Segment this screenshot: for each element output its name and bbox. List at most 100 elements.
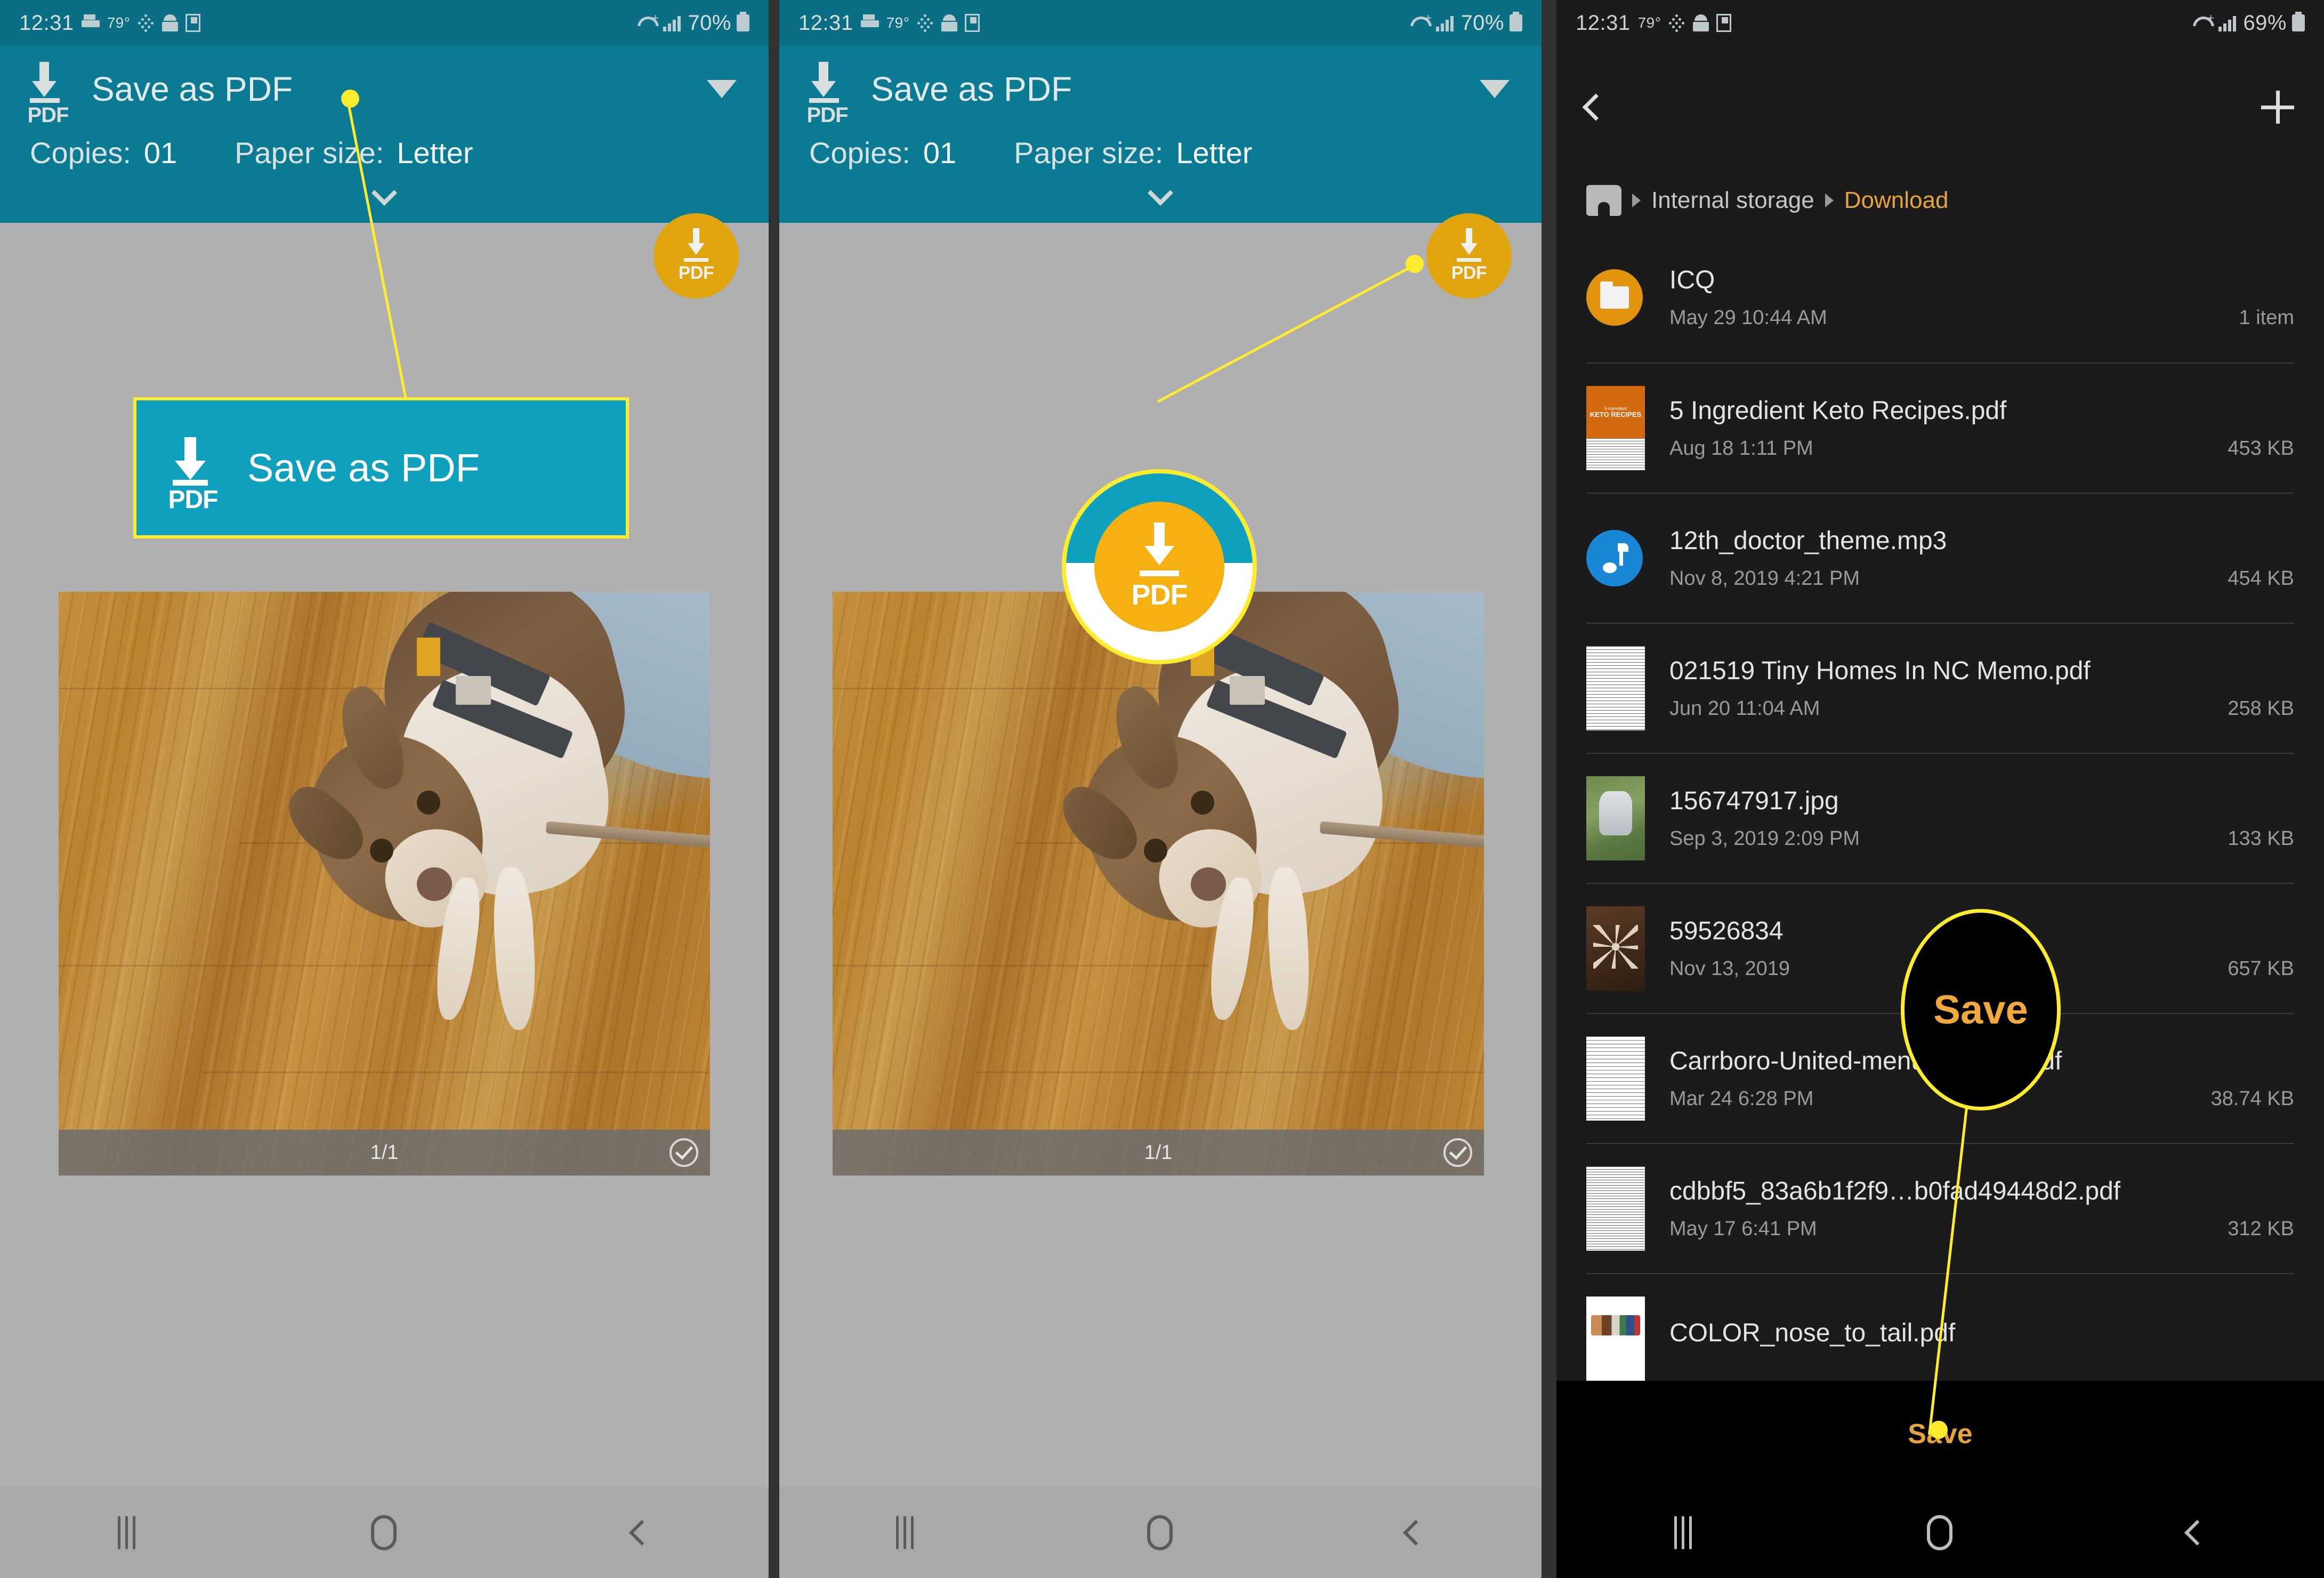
signal-icon: [2218, 14, 2238, 31]
recents-icon[interactable]: [1674, 1516, 1692, 1549]
breadcrumb-current[interactable]: Download: [1844, 187, 1949, 214]
home-button-icon[interactable]: [371, 1515, 397, 1550]
printer-name-label: Save as PDF: [871, 70, 1072, 108]
paper-size-value[interactable]: Letter: [397, 135, 473, 170]
file-date: Sep 3, 2019 2:09 PM: [1669, 827, 1860, 850]
list-item[interactable]: 156747917.jpg Sep 3, 2019 2:09 PM 133 KB: [1586, 753, 2294, 883]
chevron-right-icon: [1825, 194, 1834, 207]
nav-bar-3: [1556, 1487, 2324, 1578]
battery-percent: 69%: [2243, 11, 2287, 35]
home-button-icon[interactable]: [1927, 1515, 1953, 1550]
copies-label: Copies:: [809, 136, 910, 170]
callout-box-label: Save as PDF: [247, 446, 480, 490]
file-manager-app-bar: [1556, 46, 2324, 168]
callout-pdf-icon: PDF: [164, 434, 222, 514]
back-icon[interactable]: [1582, 93, 1610, 121]
file-name: 021519 Tiny Homes In NC Memo.pdf: [1669, 657, 2091, 685]
save-button[interactable]: Save: [1556, 1381, 2324, 1487]
list-item-meta: COLOR_nose_to_tail.pdf: [1669, 1318, 2294, 1359]
breadcrumb-parent[interactable]: Internal storage: [1651, 187, 1814, 214]
list-item[interactable]: ICQ May 29 10:44 AM 1 item: [1586, 232, 2294, 363]
file-name: COLOR_nose_to_tail.pdf: [1669, 1318, 1956, 1347]
file-name: 156747917.jpg: [1669, 787, 1839, 815]
check-icon[interactable]: [1443, 1138, 1472, 1167]
expand-settings-button-2[interactable]: [779, 180, 1542, 206]
save-pdf-fab-2[interactable]: PDF: [1426, 213, 1512, 299]
status-bar-left-2: 12:31 79°: [798, 11, 980, 35]
file-thumbnail: [1586, 1297, 1645, 1381]
back-icon[interactable]: [2184, 1519, 2210, 1546]
list-item[interactable]: 12th_doctor_theme.mp3 Nov 8, 2019 4:21 P…: [1586, 493, 2294, 623]
back-icon[interactable]: [1402, 1519, 1429, 1546]
signal-icon: [663, 14, 682, 31]
file-name: 59526834: [1669, 917, 1784, 945]
file-thumbnail: [1586, 646, 1645, 730]
paper-size-value[interactable]: Letter: [1176, 135, 1252, 170]
file-size: 454 KB: [2228, 567, 2294, 590]
chevron-down-icon[interactable]: [707, 80, 737, 98]
file-date: May 17 6:41 PM: [1669, 1218, 1817, 1240]
list-item[interactable]: 59526834 Nov 13, 2019 657 KB: [1586, 883, 2294, 1013]
status-time: 12:31: [19, 11, 74, 35]
status-bar-3: 12:31 79° 69%: [1556, 0, 2324, 46]
battery-percent: 70%: [1460, 11, 1504, 35]
list-item-meta: 5 Ingredient Keto Recipes.pdf Aug 18 1:1…: [1669, 396, 2294, 460]
list-item[interactable]: Carrboro-United-menu-3.24.20.pdf Mar 24 …: [1586, 1013, 2294, 1143]
battery-icon: [737, 12, 749, 31]
list-item[interactable]: cdbbf5_83a6b1f2f9…b0fad49448d2.pdf May 1…: [1586, 1143, 2294, 1273]
page-preview-1[interactable]: 1/1: [59, 592, 710, 1176]
list-item-meta: ICQ May 29 10:44 AM 1 item: [1669, 265, 2294, 329]
dots-icon: [1668, 14, 1685, 32]
page-preview-2[interactable]: 1/1: [833, 592, 1484, 1176]
callout-anchor-dot-2: [1406, 255, 1424, 273]
save-as-pdf-icon: PDF: [23, 60, 72, 127]
status-bar-left-1: 12:31 79°: [19, 11, 201, 35]
copies-value[interactable]: 01: [923, 135, 956, 170]
panel-divider-1: [769, 0, 779, 1578]
preview-photo-1: 1/1: [59, 592, 710, 1176]
copies-label: Copies:: [30, 136, 131, 170]
file-size: 657 KB: [2228, 957, 2294, 980]
page-indicator: 1/1: [1144, 1141, 1173, 1164]
printer-selector-row-1[interactable]: PDF Save as PDF: [0, 46, 769, 127]
back-icon[interactable]: [628, 1519, 655, 1546]
list-item[interactable]: 021519 Tiny Homes In NC Memo.pdf Jun 20 …: [1586, 623, 2294, 753]
list-item[interactable]: 5-ingredient KETO RECIPES 5 Ingredient K…: [1586, 363, 2294, 493]
copies-value[interactable]: 01: [144, 135, 177, 170]
battery-percent: 70%: [688, 11, 731, 35]
expand-settings-button-1[interactable]: [0, 180, 769, 206]
home-icon[interactable]: [1586, 185, 1621, 216]
printer-selector-row-2[interactable]: PDF Save as PDF: [779, 46, 1542, 127]
callout-save-as-pdf-box: PDF Save as PDF: [133, 397, 629, 538]
android-icon: [1693, 14, 1709, 31]
breadcrumb: Internal storage Download: [1556, 168, 2324, 232]
printer-icon: [860, 14, 879, 31]
print-settings-row-2: Copies: 01 Paper size: Letter: [779, 118, 1542, 170]
folder-icon: [1586, 260, 1645, 335]
status-bar-2: 12:31 79° 70%: [779, 0, 1542, 46]
wifi-icon: [636, 11, 659, 31]
file-thumbnail: [1586, 1166, 1645, 1251]
flipboard-icon: [185, 14, 201, 32]
file-name: 12th_doctor_theme.mp3: [1669, 527, 1947, 555]
status-bar-1: 12:31 79° 70%: [0, 0, 769, 46]
recents-icon[interactable]: [118, 1516, 136, 1549]
file-size: 133 KB: [2228, 827, 2294, 850]
file-size: 258 KB: [2228, 697, 2294, 720]
status-bar-right-2: 70%: [1409, 11, 1522, 35]
add-folder-icon[interactable]: [2261, 91, 2294, 124]
dots-icon: [138, 14, 155, 32]
save-button-label: Save: [1908, 1419, 1973, 1450]
chevron-right-icon: [1632, 194, 1641, 207]
dog-subject: [276, 592, 710, 1059]
print-options-header-2: PDF Save as PDF Copies: 01 Paper size: L…: [779, 46, 1542, 223]
paper-size-label: Paper size:: [1014, 136, 1164, 170]
check-icon[interactable]: [669, 1138, 698, 1167]
list-item-meta: 021519 Tiny Homes In NC Memo.pdf Jun 20 …: [1669, 656, 2294, 720]
home-button-icon[interactable]: [1147, 1515, 1173, 1550]
chevron-down-icon[interactable]: [1480, 80, 1510, 98]
screenshot-stage: 12:31 79° 70%: [0, 0, 2324, 1578]
save-pdf-fab-1[interactable]: PDF: [653, 213, 739, 299]
recents-icon[interactable]: [896, 1516, 914, 1549]
file-name: Carrboro-United-menu-3.24.20.pdf: [1669, 1047, 2062, 1075]
